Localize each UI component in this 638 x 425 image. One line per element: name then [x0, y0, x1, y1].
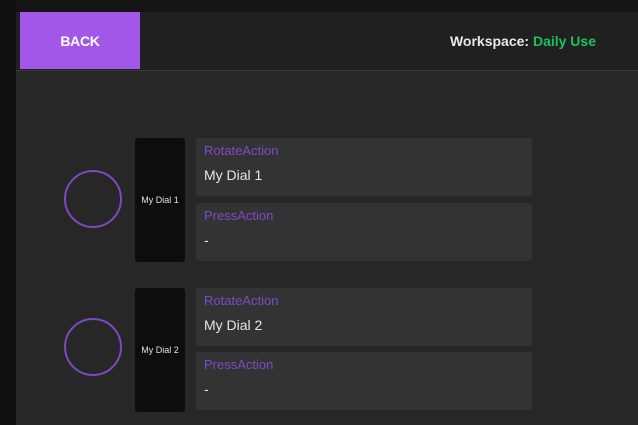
back-button[interactable]: BACK: [20, 12, 140, 69]
dial-1-press-action[interactable]: PressAction -: [196, 203, 532, 261]
press-action-title: PressAction: [204, 357, 274, 372]
dial-2-knob-icon[interactable]: [64, 318, 122, 376]
workspace-label: Workspace:: [449, 33, 530, 49]
dial-2-rotate-action[interactable]: RotateAction My Dial 2: [196, 288, 532, 346]
window-top-edge: [0, 0, 638, 12]
press-action-value: -: [204, 232, 209, 248]
dial-1-name: My Dial 1: [135, 138, 185, 262]
window-left-edge: [0, 0, 16, 425]
workspace-name: Daily Use: [532, 33, 596, 49]
rotate-action-value: My Dial 1: [204, 167, 263, 183]
workspace-indicator: Workspace: Daily Use: [450, 33, 596, 49]
rotate-action-title: RotateAction: [204, 293, 279, 308]
dial-1-knob-icon[interactable]: [64, 170, 122, 228]
dial-row-1: My Dial 1 RotateAction My Dial 1 PressAc…: [16, 138, 638, 264]
dial-config-panel: BACK Workspace: Daily Use My Dial 1 Rota…: [16, 12, 638, 425]
dial-row-2: My Dial 2 RotateAction My Dial 2 PressAc…: [16, 288, 638, 414]
rotate-action-value: My Dial 2: [204, 317, 263, 333]
rotate-action-title: RotateAction: [204, 143, 279, 158]
dial-2-press-action[interactable]: PressAction -: [196, 352, 532, 410]
press-action-value: -: [204, 381, 209, 397]
header-bar: BACK Workspace: Daily Use: [16, 12, 638, 71]
dial-1-rotate-action[interactable]: RotateAction My Dial 1: [196, 138, 532, 196]
press-action-title: PressAction: [204, 208, 274, 223]
dial-2-name: My Dial 2: [135, 288, 185, 412]
